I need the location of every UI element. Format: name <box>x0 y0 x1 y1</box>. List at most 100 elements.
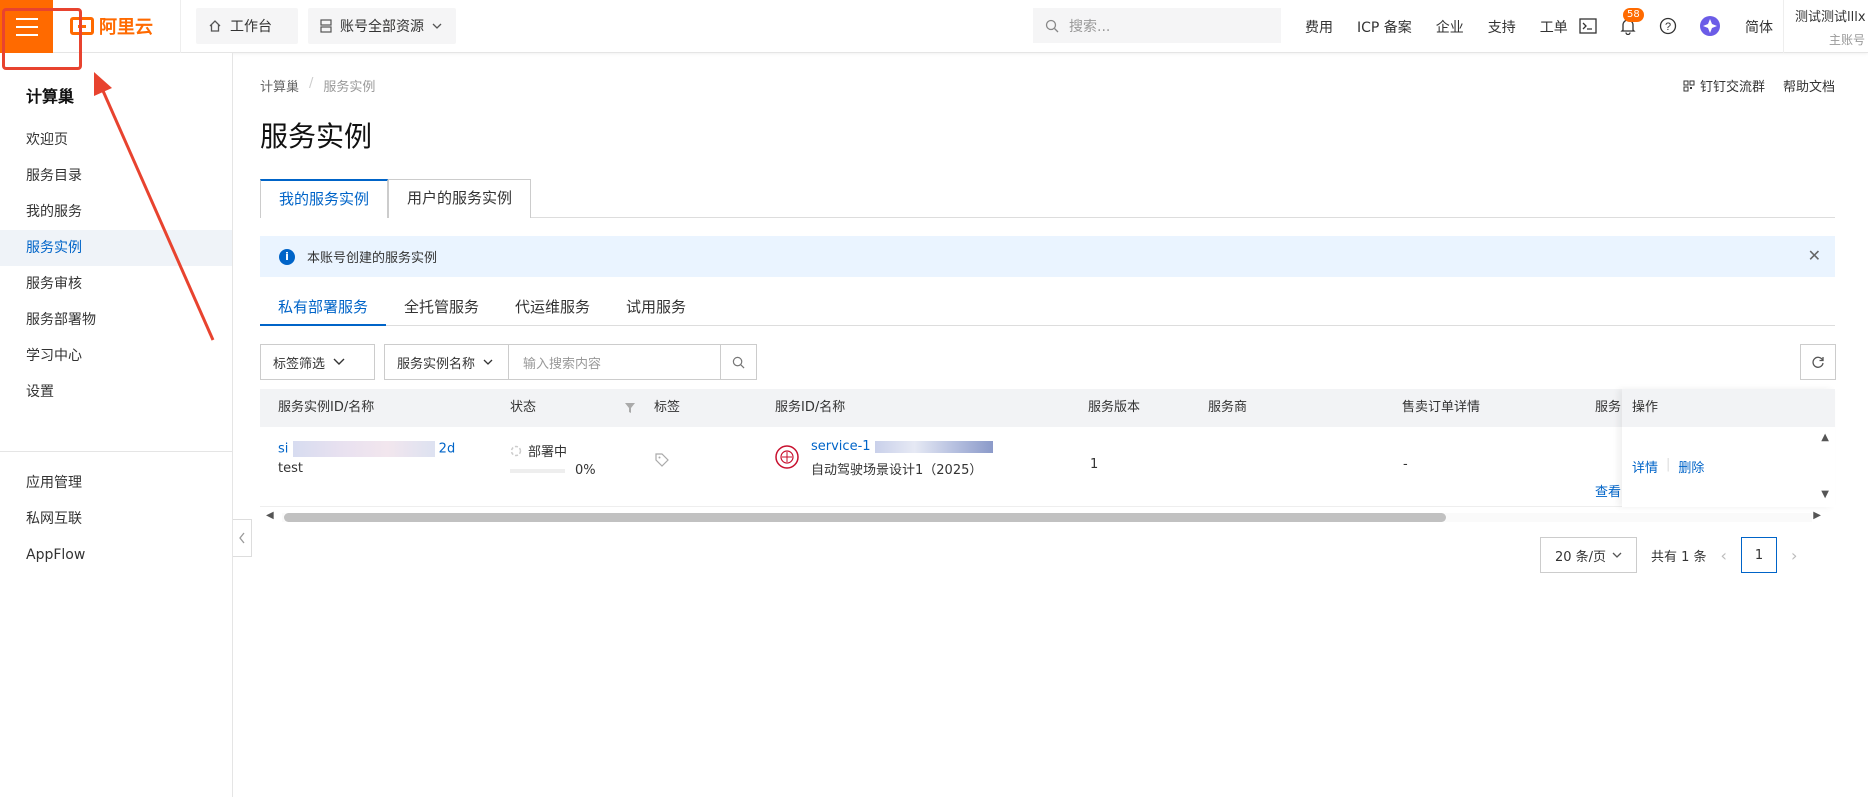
top-link-support[interactable]: 支持 <box>1488 17 1516 37</box>
refresh-icon <box>1812 356 1824 368</box>
redacted-block <box>292 441 435 457</box>
sidebar-item-catalog[interactable]: 服务目录 <box>0 158 232 194</box>
sidebar-item-private-network[interactable]: 私网互联 <box>0 501 232 537</box>
chevron-down-icon <box>1612 552 1622 558</box>
aliyun-logo[interactable]: 阿里云 <box>70 13 153 39</box>
service-logo <box>775 445 799 473</box>
next-page-icon[interactable]: › <box>1791 546 1797 565</box>
divider <box>180 0 181 53</box>
instances-table: 服务实例ID/名称 状态 标签 服务ID/名称 服务版本 服务商 售卖订单详情 … <box>260 389 1835 507</box>
tab-fully-managed[interactable]: 全托管服务 <box>386 290 497 326</box>
dingtalk-link[interactable]: 钉钉交流群 <box>1683 76 1765 95</box>
instance-search-input[interactable]: 输入搜索内容 <box>509 344 721 380</box>
close-icon[interactable]: ✕ <box>1808 246 1821 265</box>
filter-icon[interactable] <box>624 402 636 414</box>
ai-assistant-icon[interactable] <box>1699 15 1721 37</box>
page-number-button[interactable]: 1 <box>1740 537 1777 573</box>
global-search-input[interactable]: 搜索... <box>1033 8 1281 43</box>
table-header: 服务实例ID/名称 状态 标签 服务ID/名称 服务版本 服务商 售卖订单详情 … <box>260 389 1835 427</box>
refresh-button[interactable] <box>1800 344 1836 380</box>
home-icon <box>209 20 221 32</box>
sidebar-item-appflow[interactable]: AppFlow <box>0 537 232 573</box>
progress-cell: 0% <box>510 463 596 478</box>
tab-my-instances[interactable]: 我的服务实例 <box>260 179 389 218</box>
chevron-down-icon <box>432 23 442 29</box>
sidebar-item-welcome[interactable]: 欢迎页 <box>0 122 232 158</box>
col-service-id: 服务ID/名称 <box>775 400 846 415</box>
status-cell: 部署中 <box>510 441 567 460</box>
help-icon[interactable]: ? <box>1657 15 1679 37</box>
help-links: 钉钉交流群 帮助文档 <box>1683 76 1835 95</box>
instance-id-link[interactable]: si 2d <box>278 441 455 457</box>
sidebar-title: 计算巢 <box>26 87 75 106</box>
help-docs-link[interactable]: 帮助文档 <box>1783 76 1835 95</box>
terminal-icon[interactable] <box>1577 15 1599 37</box>
col-status: 状态 <box>510 400 537 415</box>
search-button[interactable] <box>721 344 757 380</box>
scroll-right-icon[interactable]: ▶ <box>1813 510 1821 521</box>
breadcrumb-root[interactable]: 计算巢 <box>260 76 299 95</box>
top-links: 费用 ICP 备案 企业 支持 工单 <box>1305 0 1592 53</box>
prev-page-icon[interactable]: ‹ <box>1721 546 1727 565</box>
sidebar-item-review[interactable]: 服务审核 <box>0 266 232 302</box>
hamburger-menu-button[interactable] <box>0 0 53 53</box>
workbench-button[interactable]: 工作台 <box>196 8 298 44</box>
top-bar: 阿里云 工作台 账号全部资源 搜索... 费用 ICP 备案 企业 支持 工单 … <box>0 0 1868 53</box>
sidebar-collapse-button[interactable] <box>233 519 252 557</box>
tab-managed-ops[interactable]: 代运维服务 <box>497 290 608 326</box>
account-menu[interactable]: 测试测试lllx 主账号 <box>1795 6 1866 48</box>
page-size-label: 20 条/页 <box>1554 549 1607 565</box>
top-link-fee[interactable]: 费用 <box>1305 17 1333 37</box>
total-count: 共有 1 条 <box>1651 549 1707 565</box>
sidebar-item-app-management[interactable]: 应用管理 <box>0 465 232 501</box>
tag-icon[interactable] <box>655 453 669 467</box>
col-actions: 操作 <box>1622 389 1835 427</box>
delete-button[interactable]: 删除 <box>1678 457 1704 476</box>
progress-bar <box>510 468 565 473</box>
top-link-icp[interactable]: ICP 备案 <box>1357 17 1412 37</box>
sidebar-item-instances[interactable]: 服务实例 <box>0 230 232 266</box>
scroll-up-icon[interactable]: ▲ <box>1821 432 1829 443</box>
top-link-enterprise[interactable]: 企业 <box>1436 17 1464 37</box>
page-size-select[interactable]: 20 条/页 <box>1540 537 1637 573</box>
scroll-left-icon[interactable]: ◀ <box>266 510 274 521</box>
resource-selector[interactable]: 账号全部资源 <box>308 8 456 44</box>
tab-trial[interactable]: 试用服务 <box>608 290 704 326</box>
search-field-select[interactable]: 服务实例名称 <box>384 344 509 380</box>
notification-badge: 58 <box>1623 8 1644 22</box>
chevron-down-icon <box>333 358 345 365</box>
loading-icon <box>510 445 522 456</box>
sidebar: 计算巢 欢迎页 服务目录 我的服务 服务实例 服务审核 服务部署物 学习中心 设… <box>0 53 233 797</box>
notice-text: 本账号创建的服务实例 <box>307 251 438 266</box>
service-id-link[interactable]: service-1 <box>811 439 993 454</box>
pagination: 20 条/页 共有 1 条 ‹ 1 › <box>1540 537 1797 573</box>
tag-filter-dropdown[interactable]: 标签筛选 <box>260 344 375 380</box>
language-switch[interactable]: 简体 <box>1745 17 1773 37</box>
logo-text: 阿里云 <box>99 17 153 38</box>
tab-user-instances[interactable]: 用户的服务实例 <box>388 179 532 218</box>
scroll-down-icon[interactable]: ▼ <box>1821 489 1829 500</box>
top-link-ticket[interactable]: 工单 <box>1540 17 1568 37</box>
table-row: si 2d test 部署中 0% service-1 自动驾驶场景设计1（20… <box>260 427 1835 507</box>
menu-line <box>15 25 38 28</box>
filter-bar: 标签筛选 服务实例名称 输入搜索内容 <box>260 344 757 380</box>
view-link[interactable]: 查看 <box>1595 481 1621 500</box>
sidebar-item-learning[interactable]: 学习中心 <box>0 338 232 374</box>
horizontal-scrollbar[interactable]: ◀ ▶ <box>260 510 1835 524</box>
divider <box>1783 0 1784 53</box>
tab-private-deploy[interactable]: 私有部署服务 <box>260 290 387 326</box>
sidebar-item-settings[interactable]: 设置 <box>0 374 232 410</box>
col-version: 服务版本 <box>1088 400 1141 415</box>
resource-label: 账号全部资源 <box>340 19 424 35</box>
search-group: 服务实例名称 输入搜索内容 <box>384 344 757 380</box>
instance-name: test <box>278 461 303 476</box>
col-service-extra: 服务 <box>1595 400 1622 415</box>
service-name: 自动驾驶场景设计1（2025） <box>811 463 983 478</box>
scroll-thumb[interactable] <box>284 513 1446 522</box>
sidebar-item-artifacts[interactable]: 服务部署物 <box>0 302 232 338</box>
sidebar-item-my-services[interactable]: 我的服务 <box>0 194 232 230</box>
detail-button[interactable]: 详情 <box>1632 457 1658 476</box>
info-notice: i 本账号创建的服务实例 ✕ <box>260 236 1835 277</box>
service-version: 1 <box>1090 457 1099 472</box>
search-placeholder: 搜索... <box>1069 18 1111 35</box>
